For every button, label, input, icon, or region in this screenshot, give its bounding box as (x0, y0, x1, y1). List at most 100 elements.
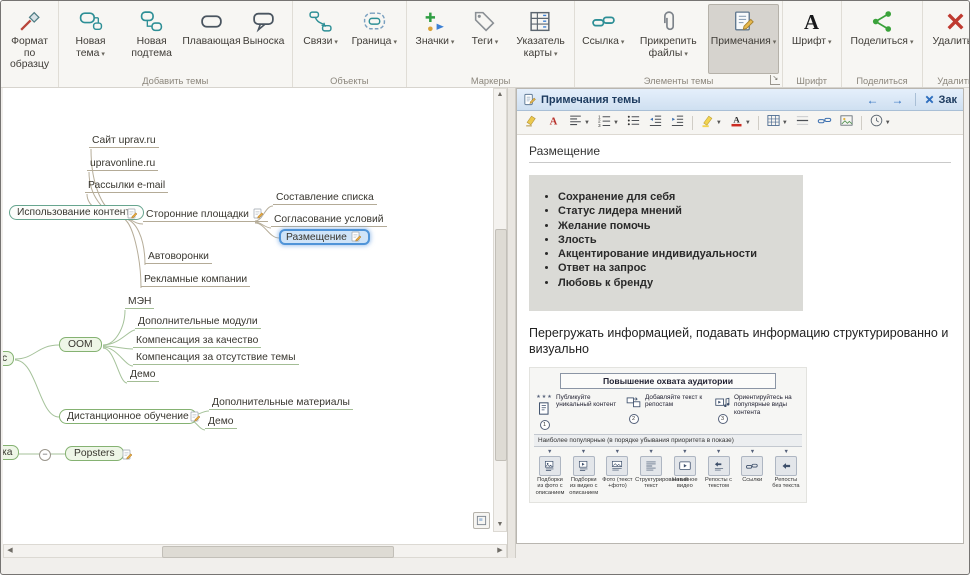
notes-button[interactable]: Примечания▾ (708, 4, 779, 74)
format-painter-button[interactable]: Формат по образцу (4, 4, 55, 74)
diagram-top-item: ★★★1Публикуйте уникальный контент (536, 394, 622, 431)
relationship-button[interactable]: Связи▾ (296, 4, 346, 74)
scroll-right-icon[interactable]: ▶ (494, 545, 506, 557)
previous-note-button[interactable]: ← (862, 93, 882, 107)
font-color-button[interactable]: A▼ (726, 112, 754, 133)
boundary-button[interactable]: Граница▾ (346, 4, 403, 74)
new-subtopic-icon (139, 9, 164, 34)
delete-icon (943, 9, 968, 34)
topic-men[interactable]: МЭН (125, 296, 154, 309)
topic-reklamnye-kompanii[interactable]: Рекламные компании (141, 274, 250, 287)
ribbon-group-buttons: Ссылка▾Прикрепить файлы▾Примечания▾ (578, 4, 779, 74)
topic-label: Дополнительные материалы (212, 397, 350, 408)
scroll-left-icon[interactable]: ◀ (4, 545, 16, 557)
cleanup-button[interactable] (521, 112, 542, 133)
horizontal-scroll-thumb[interactable] (162, 546, 394, 558)
topic-rassylki-email[interactable]: Рассылки e-mail (85, 180, 168, 193)
topic-left-edge-2[interactable]: ка (3, 445, 19, 460)
map-index-button[interactable]: Указатель карты▾ (510, 4, 571, 74)
topic-oom[interactable]: ООМ (59, 337, 102, 352)
insert-object-button[interactable]: ▼ (866, 112, 894, 133)
topic-label: ка (3, 447, 12, 458)
topic-razmeshchenie[interactable]: Размещение (279, 229, 370, 245)
highlighter-button[interactable]: ▼ (697, 112, 725, 133)
callout-button[interactable]: Выноска (239, 4, 289, 74)
table-button[interactable]: ▼ (763, 112, 791, 133)
share-icon (870, 9, 895, 34)
tags-button[interactable]: Теги▾ (460, 4, 510, 74)
align-left-button[interactable]: ▼ (565, 112, 593, 133)
next-note-button[interactable]: → (887, 93, 907, 107)
note-icon[interactable] (189, 410, 202, 422)
map-overview-button[interactable] (473, 512, 490, 529)
map-canvas[interactable]: Сайт uprav.ru upravonline.ru Рассылки e-ma… (3, 88, 507, 544)
callout-icon (251, 9, 276, 34)
toolbar-separator (861, 116, 862, 130)
markers-button[interactable]: Значки▾ (410, 4, 460, 74)
delete-button[interactable]: Удалить▾ (926, 4, 970, 74)
note-icon[interactable] (126, 207, 139, 219)
horizontal-rule-button[interactable] (792, 112, 813, 133)
vertical-scroll-thumb[interactable] (495, 229, 507, 461)
bullet-list-button[interactable] (623, 112, 644, 133)
note-image-diagram: Повышение охвата аудитории ★★★1Публикуйт… (529, 367, 807, 504)
outdent-icon (648, 113, 663, 133)
scroll-down-icon[interactable]: ▼ (494, 519, 506, 531)
note-icon[interactable] (350, 231, 363, 243)
indent-button[interactable] (667, 112, 688, 133)
map-vertical-scrollbar[interactable]: ▲ ▼ (493, 88, 507, 532)
topic-upravonline[interactable]: upravonline.ru (87, 158, 158, 171)
topic-demo-1[interactable]: Демо (127, 369, 159, 382)
collapse-toggle[interactable]: − (39, 449, 51, 461)
dialog-launcher-icon[interactable]: ↘ (770, 75, 780, 85)
topic-demo-2[interactable]: Демо (205, 416, 237, 429)
numbered-list-button[interactable]: 123▼ (594, 112, 622, 133)
topic-ispolzovanie-kontenta[interactable]: Использование контента (9, 205, 144, 220)
topic-distancionnoe-obuchenie[interactable]: Дистанционное обучение (59, 409, 197, 424)
attach-files-button[interactable]: Прикрепить файлы▾ (628, 4, 708, 74)
insert-link-button[interactable] (814, 112, 835, 133)
diagram-item-label: Подборки из видео с описанием (568, 477, 600, 496)
ribbon-group: Удалить▾Удалить (923, 1, 970, 87)
link-button[interactable]: Ссылка▾ (578, 4, 628, 74)
font-color-icon: A (729, 113, 744, 133)
insert-image-button[interactable] (836, 112, 857, 133)
repost-text-icon (708, 456, 730, 476)
button-label: Плавающая (182, 36, 240, 48)
new-subtopic-button[interactable]: Новая подтема (119, 4, 184, 74)
topic-storonnie-ploshchadki[interactable]: Сторонние площадки (143, 208, 268, 222)
markers-icon (422, 9, 447, 34)
diagram-title: Повышение охвата аудитории (560, 373, 776, 389)
button-label: Указатель карты▾ (516, 36, 565, 59)
topic-sostavlenie-spiska[interactable]: Составление списка (273, 192, 377, 205)
font-button[interactable]: AШрифт▾ (786, 4, 838, 74)
topic-kompensaciya-kachestvo[interactable]: Компенсация за качество (133, 335, 261, 348)
topic-dopolnitelnye-moduli[interactable]: Дополнительные модули (135, 316, 261, 329)
scroll-up-icon[interactable]: ▲ (494, 89, 506, 101)
button-label: Новая тема▾ (68, 36, 113, 59)
topic-dopolnitelnye-materialy[interactable]: Дополнительные материалы (209, 397, 353, 410)
topic-label: с (3, 353, 7, 364)
panel-splitter[interactable] (507, 88, 516, 558)
note-icon[interactable] (121, 448, 134, 460)
close-notes-button[interactable]: Зак (924, 94, 957, 106)
outdent-button[interactable] (645, 112, 666, 133)
topic-kompensaciya-otsutstvie[interactable]: Компенсация за отсутствие темы (133, 352, 299, 365)
floating-topic-button[interactable]: Плавающая (184, 4, 238, 74)
topic-avtovoronki[interactable]: Автоворонки (145, 251, 212, 264)
topic-popsters[interactable]: Popsters (65, 446, 124, 461)
attach-files-icon (656, 9, 681, 34)
diagram-item-label: Репосты с текстом (703, 477, 735, 490)
topic-soglasovanie-uslovij[interactable]: Согласование условий (271, 214, 387, 227)
font-style-button[interactable]: А (543, 112, 564, 133)
note-editor[interactable]: Размещение Сохранение для себяСтатус лид… (517, 135, 963, 543)
new-topic-button[interactable]: Новая тема▾ (62, 4, 119, 74)
diagram-bottom-item: Репосты без текста (770, 456, 802, 496)
note-icon[interactable] (252, 208, 265, 220)
button-label: Граница▾ (352, 36, 397, 48)
share-button[interactable]: Поделиться▾ (845, 4, 920, 74)
diagram-bottom-item: Репосты с текстом (703, 456, 735, 496)
map-horizontal-scrollbar[interactable]: ◀ ▶ (3, 544, 507, 558)
bullet-list-icon (626, 113, 641, 133)
topic-site-uprav[interactable]: Сайт uprav.ru (89, 135, 159, 148)
